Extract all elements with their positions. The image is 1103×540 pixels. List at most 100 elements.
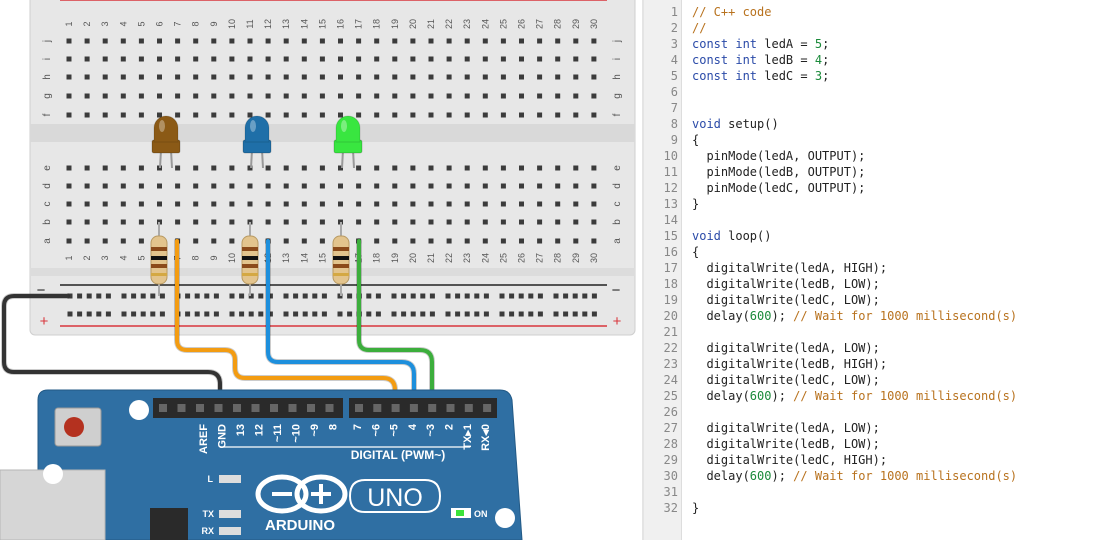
- code-line[interactable]: digitalWrite(ledB, LOW);: [692, 276, 879, 292]
- code-line[interactable]: const int ledB = 4;: [692, 52, 829, 68]
- code-line[interactable]: digitalWrite(ledC, LOW);: [692, 292, 879, 308]
- code-token: 600: [749, 309, 772, 323]
- breadboard-hole: [120, 238, 126, 244]
- code-editor[interactable]: 1 2 3 4 5 6 7 8 9 10 11 12 13 14 15 16 17 18 19 20 21 22 23 24 2…: [644, 0, 1103, 540]
- breadboard-hole: [120, 112, 126, 118]
- row-letter: d: [42, 183, 53, 189]
- circuit-svg[interactable]: −−++112233445566778899101011111212131314…: [0, 0, 642, 540]
- rail-hole: [105, 311, 111, 317]
- code-line[interactable]: //: [692, 20, 706, 36]
- code-token: );: [771, 309, 794, 323]
- code-token: 3: [814, 69, 823, 83]
- breadboard-hole: [356, 74, 362, 80]
- breadboard-hole: [66, 38, 72, 44]
- led-b-highlight: [250, 120, 256, 132]
- line-number: 17: [663, 261, 678, 275]
- code-token: // Wait for 1000 millisecond(s): [793, 389, 1018, 403]
- breadboard-hole: [175, 112, 181, 118]
- code-token: }: [692, 197, 700, 211]
- code-line[interactable]: delay(600); // Wait for 1000 millisecond…: [692, 308, 1017, 324]
- code-line[interactable]: delay(600); // Wait for 1000 millisecond…: [692, 468, 1017, 484]
- breadboard-hole: [392, 183, 398, 189]
- code-line[interactable]: {: [692, 132, 699, 148]
- rail-hole: [150, 311, 156, 317]
- on-led: [456, 510, 464, 516]
- breadboard-hole: [519, 74, 524, 80]
- code-line[interactable]: // C++ code: [692, 4, 771, 20]
- breadboard-hole: [157, 93, 162, 99]
- breadboard-hole: [392, 93, 398, 99]
- rail-hole: [86, 293, 92, 299]
- row-letter: c: [612, 202, 623, 207]
- breadboard-hole: [157, 74, 162, 80]
- code-line[interactable]: }: [692, 196, 699, 212]
- breadboard-hole: [283, 201, 289, 207]
- code-line[interactable]: digitalWrite(ledA, HIGH);: [692, 260, 887, 276]
- l-led: [219, 475, 241, 483]
- breadboard-hole: [500, 219, 506, 225]
- rail-hole: [204, 311, 210, 317]
- code-line[interactable]: const int ledA = 5;: [692, 36, 829, 52]
- breadboard-hole: [283, 74, 289, 80]
- code-line[interactable]: pinMode(ledB, OUTPUT);: [692, 164, 865, 180]
- code-line[interactable]: void loop(): [692, 228, 771, 244]
- rail-hole: [312, 293, 318, 299]
- breadboard-hole: [392, 201, 398, 207]
- breadboard-hole: [464, 38, 470, 44]
- row-letter: j: [42, 40, 53, 43]
- code-line[interactable]: void setup(): [692, 116, 779, 132]
- breadboard-hole: [591, 165, 597, 171]
- code-line[interactable]: pinMode(ledA, OUTPUT);: [692, 148, 865, 164]
- resistor-band: [333, 247, 349, 251]
- code-line[interactable]: }: [692, 500, 699, 516]
- resistor-band: [151, 264, 167, 268]
- breadboard-hole: [464, 74, 470, 80]
- breadboard-hole: [211, 56, 217, 62]
- row-letter: a: [612, 238, 623, 244]
- breadboard-hole: [229, 238, 235, 244]
- code-line[interactable]: {: [692, 244, 699, 260]
- breadboard-hole: [446, 93, 452, 99]
- rail-hole: [131, 293, 137, 299]
- code-token: pinMode(ledB, OUTPUT);: [692, 165, 866, 179]
- code-line[interactable]: digitalWrite(ledA, LOW);: [692, 340, 879, 356]
- code-line[interactable]: delay(600); // Wait for 1000 millisecond…: [692, 388, 1017, 404]
- breadboard-hole: [374, 219, 380, 225]
- breadboard-hole: [319, 183, 325, 189]
- breadboard-hole: [410, 112, 416, 118]
- breadboard-hole: [482, 201, 488, 207]
- column-number-top: 25: [498, 19, 508, 29]
- code-line[interactable]: pinMode(ledC, OUTPUT);: [692, 180, 865, 196]
- breadboard-hole: [102, 219, 108, 225]
- code-line[interactable]: const int ledC = 3;: [692, 68, 829, 84]
- code-line[interactable]: digitalWrite(ledB, HIGH);: [692, 356, 887, 372]
- breadboard-hole: [120, 165, 126, 171]
- code-line[interactable]: digitalWrite(ledB, LOW);: [692, 436, 879, 452]
- rail-hole: [483, 293, 489, 299]
- breadboard-hole: [265, 183, 271, 189]
- breadboard-hole: [193, 74, 199, 80]
- breadboard-hole: [356, 56, 362, 62]
- column-number-top: 12: [263, 19, 273, 29]
- line-number: 25: [663, 389, 678, 403]
- breadboard-hole: [428, 112, 434, 118]
- code-line[interactable]: digitalWrite(ledC, HIGH);: [692, 452, 887, 468]
- code-line[interactable]: digitalWrite(ledA, LOW);: [692, 420, 879, 436]
- row-letter: j: [612, 40, 623, 43]
- breadboard-hole: [138, 93, 144, 99]
- led-c: [335, 115, 361, 143]
- breadboard-hole: [573, 201, 579, 207]
- breadboard-hole: [573, 112, 579, 118]
- code-line[interactable]: digitalWrite(ledC, LOW);: [692, 372, 879, 388]
- breadboard-hole: [555, 38, 561, 44]
- rail-hole: [150, 293, 156, 299]
- pin-label: ~3: [425, 424, 437, 437]
- rail-hole: [366, 311, 372, 317]
- breadboard-hole: [84, 93, 90, 99]
- resistor-band: [333, 264, 349, 268]
- circuit-canvas[interactable]: −−++112233445566778899101011111212131314…: [0, 0, 642, 540]
- header-pin: [355, 404, 363, 412]
- breadboard-hole: [211, 112, 217, 118]
- header-pin: [428, 404, 437, 412]
- column-number-bottom: 30: [589, 253, 599, 263]
